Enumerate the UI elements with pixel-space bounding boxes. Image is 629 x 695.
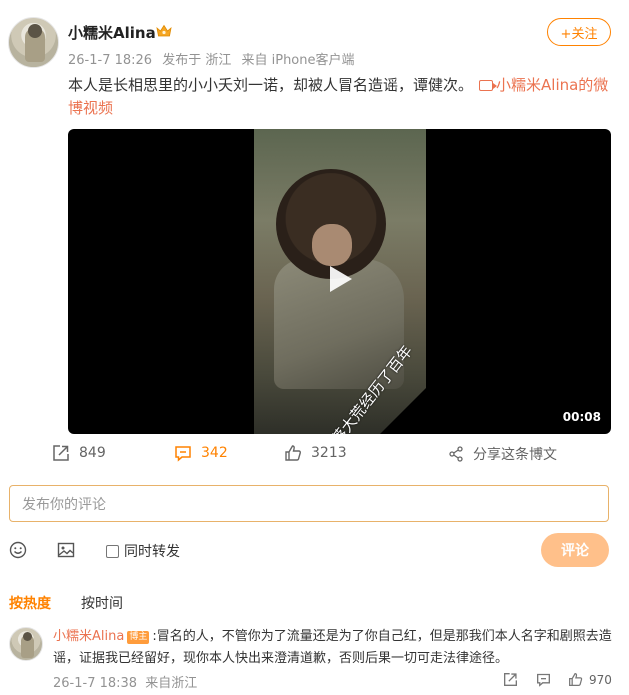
comment-repost-button[interactable] bbox=[503, 672, 524, 687]
comment-item: 小糯米Alina 博主:冒名的人，不管你为了流量还是为了你自己红，但是那我们本人名… bbox=[53, 626, 613, 670]
crown-icon bbox=[156, 24, 172, 37]
comment-meta: 26-1-7 18:38 来自浙江 bbox=[53, 672, 197, 691]
share-icon bbox=[449, 446, 463, 462]
user-avatar[interactable] bbox=[8, 17, 59, 68]
comment-button[interactable]: 342 bbox=[174, 444, 228, 462]
submit-comment-button[interactable]: 评论 bbox=[541, 533, 609, 567]
comment-date: 26-1-7 18:38 bbox=[53, 676, 138, 691]
tab-time[interactable]: 按时间 bbox=[81, 593, 123, 613]
follow-button[interactable]: +关注 bbox=[547, 18, 611, 46]
post-username[interactable]: 小糯米Alina bbox=[68, 22, 156, 43]
repost-button[interactable]: 849 bbox=[52, 444, 106, 462]
repost-icon bbox=[504, 673, 517, 686]
tab-hot[interactable]: 按热度 bbox=[9, 593, 51, 613]
repost-toggle[interactable]: 同时转发 bbox=[106, 541, 180, 561]
share-label: 分享这条博文 bbox=[473, 447, 557, 463]
emoji-icon[interactable] bbox=[9, 541, 27, 559]
comment-source: 来自浙江 bbox=[145, 676, 198, 691]
comment-avatar[interactable] bbox=[9, 627, 43, 661]
repost-icon bbox=[53, 445, 69, 461]
post-meta: 26-1-7 18:26 发布于 浙江 来自 iPhone客户端 bbox=[68, 49, 361, 68]
comment-count: 342 bbox=[201, 445, 228, 461]
video-link-icon bbox=[479, 80, 498, 91]
post-text: 本人是长相思里的小小夭刘一诺，却被人冒名造谣，谭健次。 小糯米Alina的微博视频 bbox=[68, 74, 616, 120]
post-actions: 849 342 3213 分享这条博文 bbox=[0, 444, 629, 466]
thumbs-up-icon bbox=[285, 445, 301, 461]
comment-like-count: 970 bbox=[589, 672, 612, 687]
video-duration: 00:08 bbox=[562, 410, 601, 424]
comment-reply-button[interactable] bbox=[536, 672, 557, 687]
post-date[interactable]: 26-1-7 18:26 bbox=[68, 53, 152, 68]
post-location: 发布于 浙江 bbox=[162, 53, 232, 68]
comment-input[interactable]: 发布你的评论 bbox=[9, 485, 609, 522]
comment-icon bbox=[537, 673, 550, 687]
comment-icon bbox=[175, 446, 191, 462]
share-button[interactable]: 分享这条博文 bbox=[448, 444, 557, 464]
repost-toggle-label: 同时转发 bbox=[124, 544, 180, 560]
post-source: 来自 iPhone客户端 bbox=[241, 53, 355, 68]
author-badge: 博主 bbox=[127, 631, 150, 644]
play-icon[interactable] bbox=[321, 261, 357, 297]
video-player[interactable]: 他流落大荒经历了百年 00:08 bbox=[68, 129, 611, 434]
comment-like-button[interactable]: 970 bbox=[568, 672, 612, 687]
like-count: 3213 bbox=[311, 445, 347, 461]
like-button[interactable]: 3213 bbox=[284, 444, 347, 462]
thumbs-up-icon bbox=[569, 673, 583, 686]
comment-username[interactable]: 小糯米Alina bbox=[53, 629, 124, 644]
repost-count: 849 bbox=[79, 445, 106, 461]
repost-checkbox[interactable] bbox=[106, 544, 119, 558]
image-icon[interactable] bbox=[57, 541, 75, 559]
post-body: 本人是长相思里的小小夭刘一诺，却被人冒名造谣，谭健次。 bbox=[68, 76, 474, 94]
